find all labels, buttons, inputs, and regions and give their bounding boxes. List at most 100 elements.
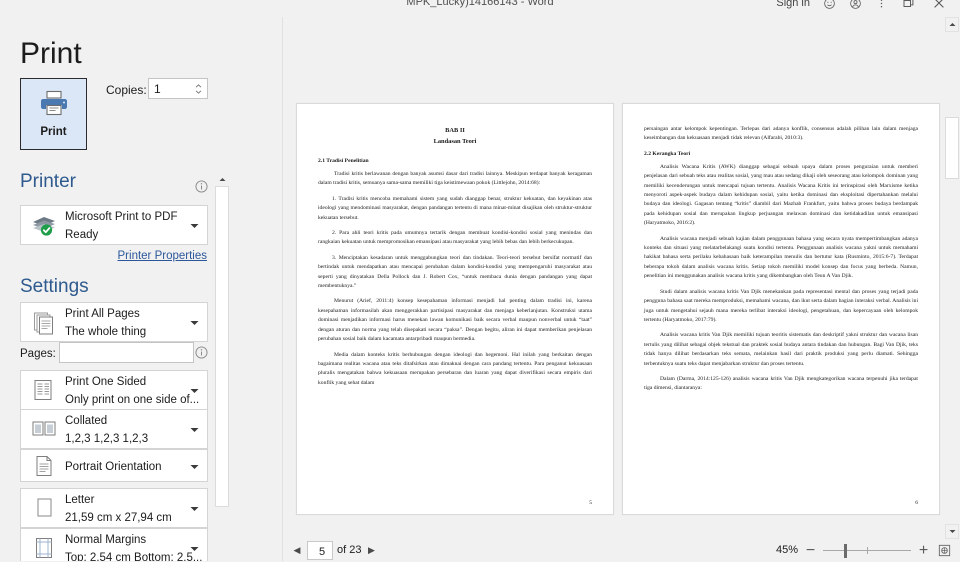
settings-section-heading: Settings — [20, 275, 89, 298]
title-bar-actions: Sign in — [770, 0, 954, 11]
chevron-down-icon[interactable] — [190, 499, 199, 517]
chevron-down-icon[interactable] — [190, 457, 199, 475]
orientation-icon — [30, 452, 58, 480]
setting-primary: Letter — [65, 494, 94, 506]
print-button[interactable]: Print — [20, 78, 87, 150]
document-content-right: persaingan antar kelompok kepentingan. T… — [644, 125, 918, 506]
setting-secondary: Only print on one side of... — [65, 394, 199, 406]
doc-paragraph: Tradisi kritis berlawanan dengan banyak … — [318, 170, 592, 189]
doc-spacer — [318, 147, 592, 157]
scrollbar-thumb[interactable] — [215, 186, 229, 507]
printer-status: Ready — [65, 229, 98, 241]
setting-secondary: 1,2,3 1,2,3 1,2,3 — [65, 433, 148, 445]
preview-scrollbar[interactable] — [944, 17, 960, 539]
printer-info-icon[interactable] — [195, 180, 208, 193]
doc-paragraph: 3. Menciptakan kesadaran untuk menggabun… — [318, 254, 592, 292]
margins-icon — [30, 534, 58, 561]
print-preview-area[interactable]: BAB II Landasan Teori 2.1 Tradisi Peneli… — [283, 17, 960, 539]
setting-sides[interactable]: Print One Sided Only print on one side o… — [20, 370, 208, 410]
sign-in-button[interactable]: Sign in — [770, 0, 816, 11]
settings-pane-scrollbar[interactable] — [215, 172, 229, 561]
printer-select-text: Microsoft Print to PDF Ready — [65, 207, 187, 243]
setting-print-range[interactable]: Print All Pages The whole thing — [20, 302, 208, 342]
setting-primary: Portrait Orientation — [65, 461, 162, 473]
one-sided-icon — [30, 376, 58, 404]
doc-paragraph: Analisis Wacana Kritis (AWK) dianggap se… — [644, 163, 918, 229]
zoom-level-label[interactable]: 45% — [776, 543, 798, 558]
setting-collation[interactable]: Collated 1,2,3 1,2,3 1,2,3 — [20, 409, 208, 449]
chevron-down-icon[interactable] — [190, 381, 199, 399]
setting-secondary: 21,59 cm x 27,94 cm — [65, 512, 172, 524]
current-page-input[interactable] — [308, 543, 336, 562]
preview-status-bar: ◀ of 23 ▶ 45% − + — [283, 539, 960, 561]
printer-icon — [39, 89, 69, 122]
chevron-down-icon[interactable] — [190, 216, 199, 234]
zoom-slider-handle[interactable] — [844, 544, 847, 558]
setting-margins[interactable]: Normal Margins Top: 2,54 cm Bottom: 2,5.… — [20, 528, 208, 561]
printer-select[interactable]: Microsoft Print to PDF Ready — [20, 205, 208, 245]
document-content-left: BAB II Landasan Teori 2.1 Tradisi Peneli… — [318, 125, 592, 506]
setting-paper-size-text: Letter 21,59 cm x 27,94 cm — [65, 490, 187, 526]
preview-page-6[interactable]: persaingan antar kelompok kepentingan. T… — [622, 103, 940, 515]
doc-paragraph: Analisis wacana menjadi sebuah kajian da… — [644, 235, 918, 282]
scroll-up-arrow-icon[interactable] — [945, 17, 959, 32]
scroll-up-arrow-icon[interactable] — [215, 172, 229, 186]
setting-secondary: The whole thing — [65, 326, 146, 338]
doc-page-number: 6 — [915, 500, 918, 506]
doc-paragraph: persaingan antar kelompok kepentingan. T… — [644, 125, 918, 144]
current-page-field[interactable] — [307, 541, 333, 560]
page-count-label: of 23 — [337, 543, 361, 558]
zoom-to-page-icon[interactable] — [936, 543, 952, 559]
close-window-icon[interactable] — [924, 0, 954, 11]
pages-field[interactable] — [59, 342, 194, 363]
print-backstage-window: MPK_Lucky)14166143 - Word Sign in Print — [0, 0, 960, 561]
printer-properties-link[interactable]: Printer Properties — [118, 249, 207, 264]
doc-paragraph: Dalam (Darma, 2014:125-126) analisis wac… — [644, 375, 918, 394]
scrollbar-thumb[interactable] — [945, 117, 959, 179]
setting-primary: Normal Margins — [65, 534, 146, 546]
printer-name: Microsoft Print to PDF — [65, 211, 177, 223]
account-icon[interactable] — [842, 0, 868, 11]
pages-info-icon[interactable] — [195, 346, 208, 359]
title-bar: MPK_Lucky)14166143 - Word Sign in — [0, 0, 960, 17]
copies-spinner[interactable] — [192, 80, 205, 97]
zoom-controls: 45% − + — [776, 541, 952, 560]
setting-sides-text: Print One Sided Only print on one side o… — [65, 372, 187, 408]
smiley-feedback-icon[interactable] — [816, 0, 842, 11]
doc-paragraph: 1. Tradisi kritis mencoba memahami siste… — [318, 195, 592, 223]
page-navigation: ◀ of 23 ▶ — [291, 541, 377, 560]
preview-page-5[interactable]: BAB II Landasan Teori 2.1 Tradisi Peneli… — [296, 103, 614, 515]
zoom-in-button[interactable]: + — [918, 544, 929, 558]
setting-margins-text: Normal Margins Top: 2,54 cm Bottom: 2,5.… — [65, 530, 187, 561]
print-button-label: Print — [40, 126, 66, 139]
printer-section-heading: Printer — [20, 170, 76, 193]
zoom-slider[interactable] — [823, 544, 911, 558]
scroll-down-arrow-icon[interactable] — [945, 524, 959, 539]
setting-primary: Print One Sided — [65, 376, 146, 388]
setting-primary: Print All Pages — [65, 308, 140, 320]
pages-input[interactable] — [60, 344, 193, 363]
doc-page-number: 5 — [589, 500, 592, 506]
chevron-down-icon[interactable] — [190, 539, 199, 557]
doc-title-line2: Landasan Teori — [318, 136, 592, 147]
chevron-down-icon[interactable] — [190, 420, 199, 438]
copies-label: Copies: — [106, 82, 147, 98]
chevron-up-icon — [195, 84, 202, 88]
copies-stepper[interactable] — [148, 78, 208, 99]
pages-label: Pages: — [20, 347, 56, 362]
print-all-pages-icon — [30, 308, 58, 336]
chevron-down-icon — [195, 90, 202, 94]
setting-paper-size[interactable]: Letter 21,59 cm x 27,94 cm — [20, 488, 208, 528]
setting-print-range-text: Print All Pages The whole thing — [65, 304, 187, 340]
zoom-out-button[interactable]: − — [805, 544, 816, 558]
restore-window-icon[interactable] — [894, 0, 924, 11]
setting-orientation[interactable]: Portrait Orientation — [20, 449, 208, 482]
setting-collation-text: Collated 1,2,3 1,2,3 1,2,3 — [65, 411, 187, 447]
copies-input[interactable] — [149, 79, 193, 98]
collated-icon — [30, 415, 58, 443]
previous-page-button[interactable]: ◀ — [291, 543, 303, 559]
next-page-button[interactable]: ▶ — [365, 543, 377, 559]
chevron-down-icon[interactable] — [190, 313, 199, 331]
setting-secondary: Top: 2,54 cm Bottom: 2,5... — [65, 552, 202, 561]
more-options-icon[interactable] — [868, 0, 894, 11]
